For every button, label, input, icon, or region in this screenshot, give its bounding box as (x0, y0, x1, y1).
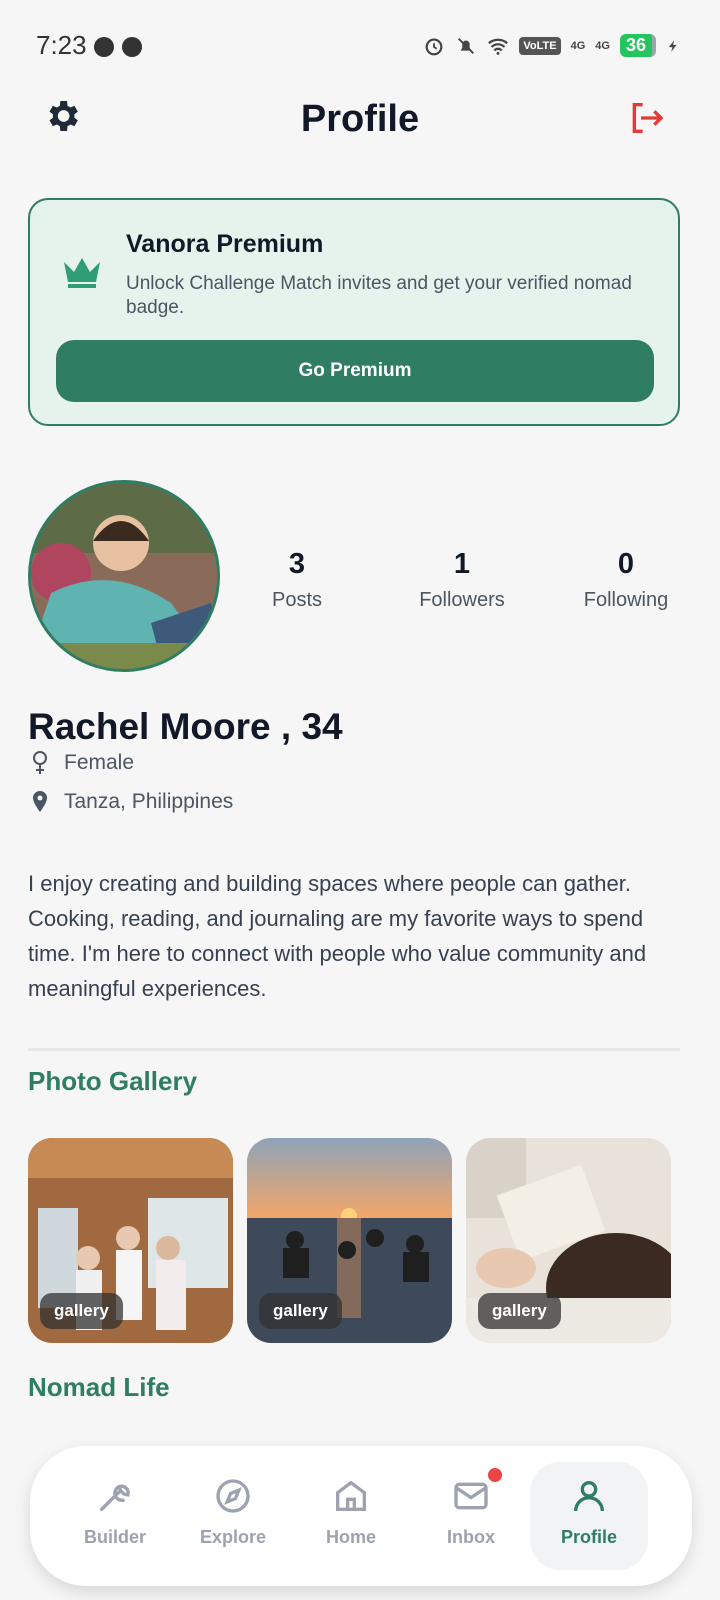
gallery-tag: gallery (478, 1293, 561, 1329)
premium-description: Unlock Challenge Match invites and get y… (126, 273, 632, 318)
stat-value: 0 (617, 548, 635, 580)
avatar-photo (31, 483, 217, 669)
volte-badge: VoLTE (519, 36, 561, 55)
stat-following[interactable]: 0 Following (561, 548, 691, 612)
divider (28, 1048, 680, 1051)
go-premium-button[interactable]: Go Premium (56, 340, 654, 402)
status-time: 7:23 (36, 30, 87, 60)
mail-icon (454, 1482, 488, 1510)
nav-label: Home (325, 1527, 376, 1547)
signal-icon: 4G (570, 39, 586, 52)
nav-label: Profile (560, 1527, 617, 1547)
nav-item-builder[interactable]: Builder (56, 1462, 174, 1570)
nav-label: Builder (83, 1527, 146, 1547)
unread-badge (488, 1468, 502, 1482)
gallery-photo[interactable]: gallery (247, 1138, 452, 1343)
stat-value: 1 (453, 548, 471, 580)
location-text: Tanza, Philippines (64, 790, 234, 813)
gender-row: Female (30, 750, 134, 776)
premium-title: Vanora Premium (126, 230, 324, 258)
photo-gallery: gallery gallery gallery (28, 1138, 671, 1343)
mute-icon (458, 37, 475, 54)
user-icon (574, 1481, 604, 1512)
crown-icon (64, 258, 100, 288)
stat-value: 3 (288, 548, 306, 580)
compass-icon (216, 1479, 250, 1513)
chat-icon (94, 37, 114, 57)
charging-icon (668, 39, 677, 52)
avatar[interactable] (28, 480, 220, 672)
gender-text: Female (64, 751, 135, 774)
logout-icon[interactable] (626, 98, 666, 138)
gallery-photo[interactable]: gallery (466, 1138, 671, 1343)
nomad-life-title: Nomad Life (28, 1372, 170, 1402)
page-title: Profile (300, 98, 420, 140)
stat-label: Following (583, 589, 669, 611)
nav-item-profile[interactable]: Profile (530, 1462, 648, 1570)
stat-followers[interactable]: 1 Followers (397, 548, 527, 612)
nav-item-explore[interactable]: Explore (174, 1462, 292, 1570)
bottom-nav: Builder Explore Home Inbox Profile (30, 1446, 692, 1586)
nav-item-inbox[interactable]: Inbox (412, 1462, 530, 1570)
photo-gallery-title: Photo Gallery (28, 1066, 198, 1096)
notification-icons (94, 37, 142, 57)
profile-bio: I enjoy creating and building spaces whe… (28, 871, 647, 1001)
gallery-tag: gallery (40, 1293, 123, 1329)
battery-icon: 36 (619, 34, 656, 57)
wifi-icon (488, 38, 509, 55)
gallery-photo[interactable]: gallery (28, 1138, 233, 1343)
gallery-tag: gallery (259, 1293, 342, 1329)
profile-screen: 7:23 VoLTE 4G 4G 36 Profile Vanora Premi… (0, 0, 720, 1600)
stat-label: Followers (419, 589, 505, 611)
stat-posts[interactable]: 3 Posts (232, 548, 362, 612)
messenger-icon (122, 37, 142, 57)
location-pin-icon (33, 791, 47, 812)
system-icons: VoLTE 4G 4G 36 (423, 34, 680, 57)
alarm-icon (425, 37, 443, 55)
premium-card: Vanora Premium Unlock Challenge Match in… (28, 198, 680, 426)
signal-icon: 4G (595, 39, 610, 52)
status-bar: 7:23 VoLTE 4G 4G 36 (0, 0, 720, 92)
nav-label: Explore (199, 1527, 267, 1547)
stat-label: Posts (271, 589, 323, 611)
wrench-icon (100, 1484, 130, 1511)
female-icon (33, 751, 47, 774)
location-row: Tanza, Philippines (30, 789, 233, 815)
app-header: Profile (0, 92, 720, 152)
profile-name: Rachel Moore , 34 (28, 706, 343, 747)
nav-item-home[interactable]: Home (292, 1462, 410, 1570)
home-icon (336, 1480, 366, 1511)
nav-label: Inbox (447, 1527, 495, 1547)
